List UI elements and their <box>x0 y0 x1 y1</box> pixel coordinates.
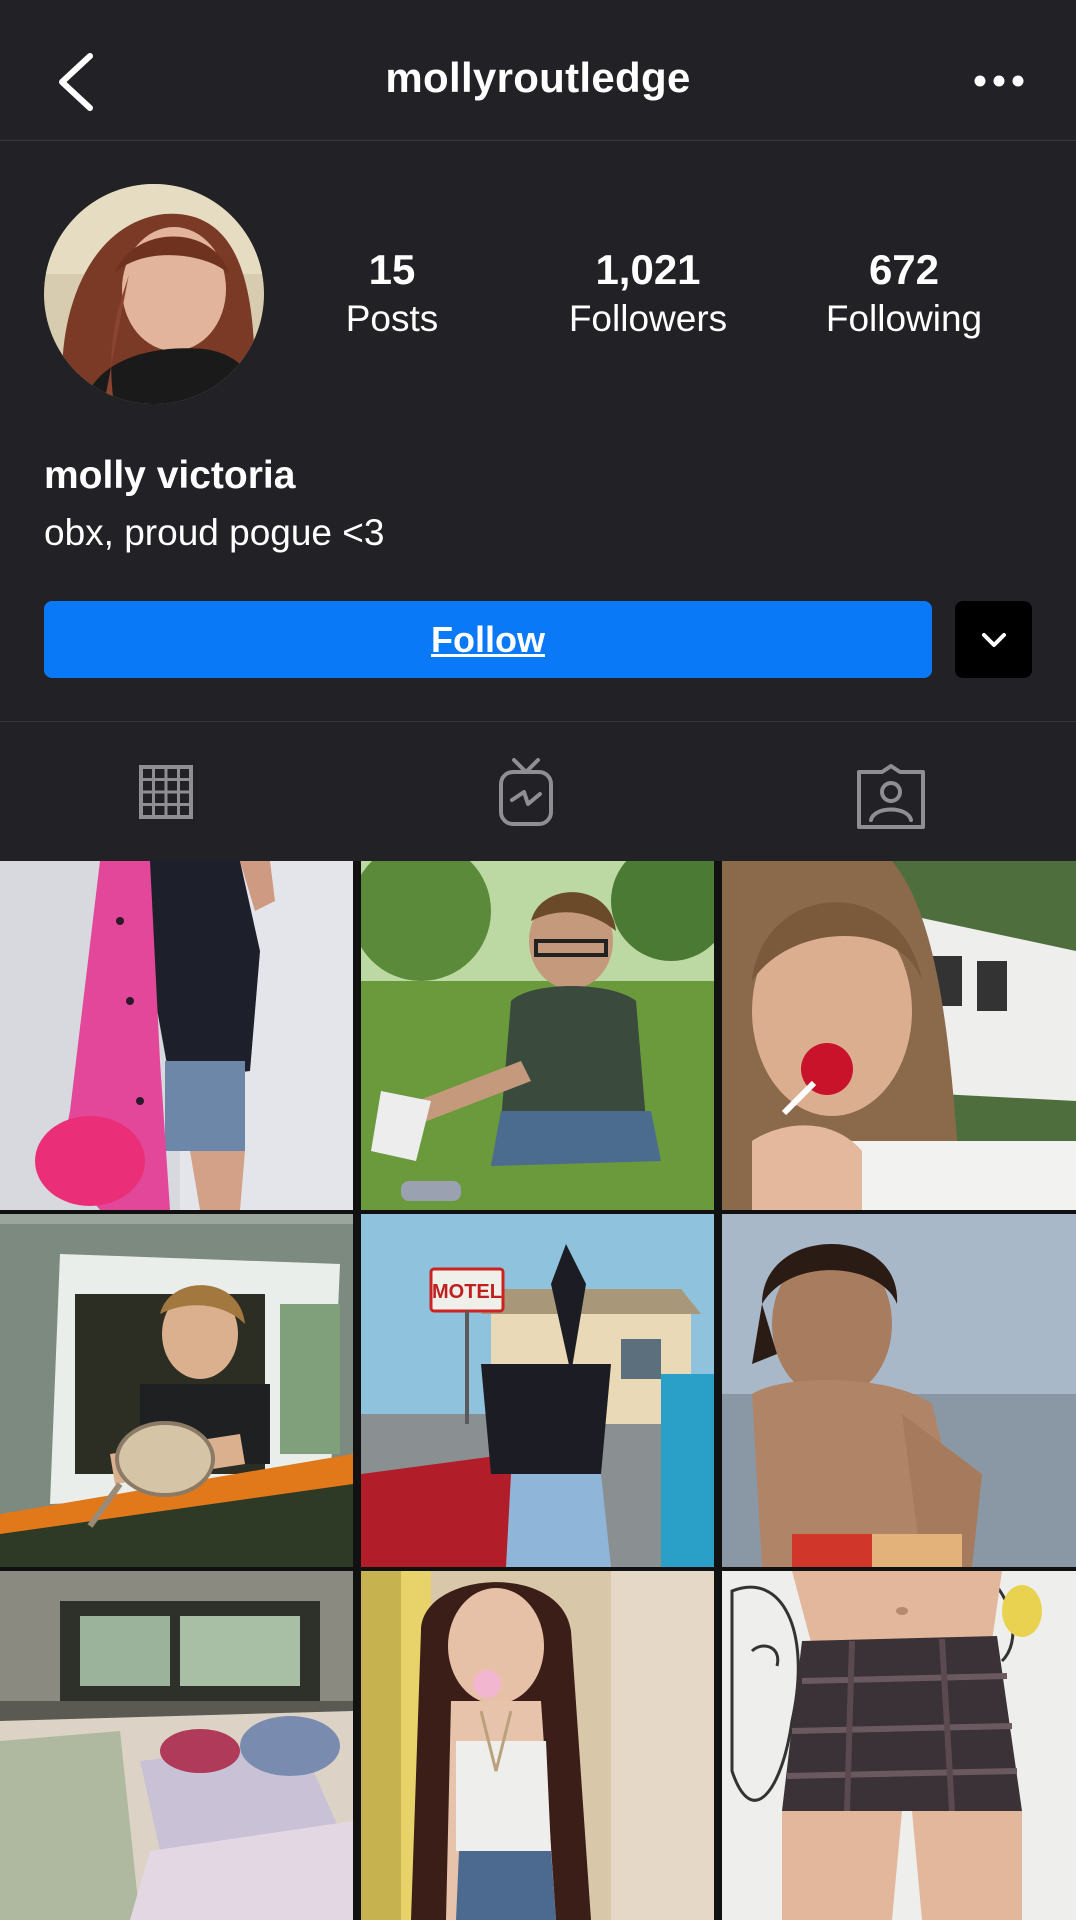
tab-posts-grid[interactable] <box>138 764 218 844</box>
igtv-icon <box>499 758 553 826</box>
more-options-button[interactable] <box>974 66 1024 96</box>
posts-count: 15 <box>368 246 416 293</box>
avatar[interactable] <box>44 184 264 404</box>
post-thumbnail[interactable] <box>0 861 353 1210</box>
following-label: Following <box>825 298 983 339</box>
avatar-photo <box>44 184 264 404</box>
photo-thumbnail <box>722 1571 1076 1920</box>
display-name: molly victoria <box>44 454 296 497</box>
tab-igtv[interactable] <box>498 756 578 836</box>
grid-gutter <box>353 861 361 1920</box>
post-thumbnail[interactable] <box>361 1571 714 1920</box>
photo-thumbnail <box>361 861 714 1210</box>
follow-button[interactable]: Follow <box>44 601 932 678</box>
photo-thumbnail <box>0 1214 353 1567</box>
motel-sign-text: MOTEL <box>432 1281 502 1303</box>
posts-stat[interactable]: 15 Posts <box>282 246 502 342</box>
photo-thumbnail <box>722 1214 1076 1567</box>
suggested-accounts-dropdown-button[interactable] <box>955 601 1032 678</box>
photo-thumbnail <box>722 861 1076 1210</box>
profile-page: mollyroutledge 15 Posts 1,021 Followers <box>0 0 1076 1920</box>
post-thumbnail[interactable] <box>722 1571 1076 1920</box>
photo-thumbnail <box>361 1571 714 1920</box>
post-thumbnail[interactable] <box>722 1214 1076 1567</box>
photo-thumbnail <box>0 861 353 1210</box>
post-thumbnail[interactable] <box>0 1571 353 1920</box>
post-thumbnail[interactable] <box>0 1214 353 1567</box>
post-thumbnail[interactable] <box>722 861 1076 1210</box>
tagged-person-icon <box>857 764 925 829</box>
grid-gutter <box>714 861 722 1920</box>
posts-label: Posts <box>345 298 439 339</box>
following-count: 672 <box>868 246 940 293</box>
followers-count: 1,021 <box>595 246 701 293</box>
chevron-down-icon <box>981 632 1006 647</box>
photo-thumbnail <box>0 1571 353 1920</box>
followers-label: Followers <box>568 298 728 339</box>
following-stat[interactable]: 672 Following <box>794 246 1014 342</box>
post-thumbnail[interactable] <box>361 861 714 1210</box>
tab-tagged[interactable] <box>856 764 936 844</box>
followers-stat[interactable]: 1,021 Followers <box>538 246 758 342</box>
photo-thumbnail: MOTEL <box>361 1214 714 1567</box>
post-thumbnail[interactable]: MOTEL <box>361 1214 714 1567</box>
ellipsis-icon <box>974 75 1024 87</box>
bio-text: obx, proud pogue <3 <box>44 512 385 553</box>
posts-grid: MOTEL <box>0 861 1076 1920</box>
username-title: mollyroutledge <box>385 54 691 101</box>
top-bar: mollyroutledge <box>0 0 1076 141</box>
profile-tabs <box>0 721 1076 861</box>
grid-icon <box>139 765 193 819</box>
